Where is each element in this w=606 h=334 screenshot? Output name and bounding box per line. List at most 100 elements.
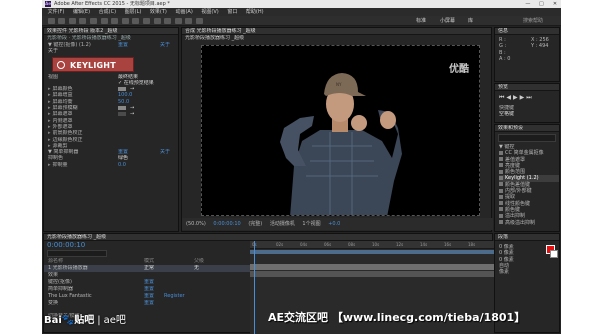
hand-tool-icon[interactable] [68, 18, 76, 24]
effect-row[interactable]: 关于 [44, 48, 178, 54]
expand-triangle-icon[interactable]: ▸ [48, 105, 51, 111]
colour-swatch[interactable] [118, 106, 126, 111]
colour-swatch[interactable] [118, 112, 126, 117]
svg-text:NY: NY [336, 82, 342, 87]
effects-list: ▼ 键控 CC 简单金属抠像 差值遮罩 亮度键 颜色范围 Keylight (1… [495, 144, 559, 226]
camera-dropdown[interactable]: 活动摄像机 [270, 221, 295, 227]
expand-triangle-icon[interactable]: ▸ [48, 111, 51, 117]
effect-controls-subtitle: 光影桥段 · 光影桥段播放器练习 _超级 [47, 35, 131, 41]
menu-window[interactable]: 窗口 [227, 8, 237, 16]
pen-tool-icon[interactable] [132, 18, 140, 24]
preview-tab[interactable]: 预览 [495, 84, 559, 91]
effect-controls-tab[interactable]: 效果控件 光影桥段 版本2 _超级 [44, 28, 178, 35]
expand-triangle-icon[interactable]: ▸ [48, 99, 51, 105]
paragraph-tab[interactable]: 段落 [495, 234, 559, 241]
window-controls: — □ ✕ [522, 0, 561, 8]
menu-edit[interactable]: 编辑(E) [73, 8, 90, 16]
table-row[interactable]: The Lux Fantastic 重置 Register [44, 293, 250, 300]
timeline-timecode[interactable]: 0:00:00:10 [44, 241, 250, 249]
composition-tab[interactable]: 合成 光影桥段播放器练习 _超级 [182, 28, 491, 35]
expand-triangle-icon[interactable]: ▸ [48, 130, 51, 136]
puppet-tool-icon[interactable] [195, 18, 203, 24]
expand-triangle-icon[interactable]: ▸ [48, 86, 51, 92]
expand-triangle-icon[interactable]: ▸ [48, 124, 51, 130]
selection-tool-icon[interactable] [58, 18, 66, 24]
effect-row[interactable]: ▸ 抑制量 0.0 [44, 162, 178, 168]
expand-triangle-icon[interactable]: ▸ [48, 143, 51, 149]
effects-search-input[interactable] [498, 134, 556, 142]
views-dropdown[interactable]: 1个视图 [302, 221, 320, 227]
menu-file[interactable]: 文件(F) [48, 8, 65, 16]
timeline-search-input[interactable] [47, 250, 107, 257]
keylight-logo-text: KEYLIGHT [70, 60, 116, 70]
workspace-library[interactable]: 库 [468, 17, 473, 25]
mask-tool-icon[interactable] [121, 18, 129, 24]
composition-viewer: 合成 光影桥段播放器练习 _超级 光影桥段播放器练习 _超级 优酷 NY (50… [181, 27, 493, 232]
layer-duration-bar[interactable] [250, 271, 494, 277]
screen-colour-swatch[interactable] [118, 87, 126, 92]
menu-composition[interactable]: 合成(C) [99, 8, 116, 16]
composition-canvas[interactable]: 优酷 NY [201, 45, 480, 216]
workspace-small-screen[interactable]: 小屏幕 [440, 17, 455, 25]
info-y: Y : 494 [531, 43, 549, 50]
menu-effect[interactable]: 效果(T) [150, 8, 167, 16]
table-row[interactable]: 键控(抠像) 重置 [44, 279, 250, 286]
expand-triangle-icon[interactable]: ▸ [48, 118, 51, 124]
search-help-field[interactable]: 搜索帮助 [523, 17, 543, 25]
keylight-circle-icon [57, 60, 65, 69]
menu-help[interactable]: 帮助(H) [246, 8, 264, 16]
stroke-colour-swatch[interactable] [550, 250, 558, 258]
list-item[interactable]: 高级溢出抑制 [499, 220, 559, 226]
menu-animation[interactable]: 动画(A) [175, 8, 192, 16]
resolution-dropdown[interactable]: (完整) [248, 221, 262, 227]
time-ruler[interactable]: 0s 02s 04s 06s 08s 10s 12s 14s 16s 18s [250, 241, 494, 249]
info-panel: 信息 R : G : B : A : 0 X : 256 Y : 494 [494, 27, 560, 82]
home-tool-icon[interactable] [47, 18, 55, 24]
timeline-tab[interactable]: 光影桥段播放器练习 _超级 [44, 234, 492, 241]
brush-tool-icon[interactable] [153, 18, 161, 24]
table-row[interactable]: 效果 [44, 272, 250, 279]
composition-subtab[interactable]: 光影桥段播放器练习 _超级 [182, 35, 491, 42]
keylight-logo: KEYLIGHT [52, 56, 134, 72]
last-frame-icon[interactable]: ⏭ [526, 94, 533, 101]
pan-behind-tool-icon[interactable] [111, 18, 119, 24]
expand-triangle-icon[interactable]: ▸ [48, 162, 51, 168]
workspace-standard[interactable]: 标准 [416, 17, 426, 25]
close-button[interactable]: ✕ [549, 0, 561, 8]
playhead[interactable] [254, 241, 255, 334]
camera-tool-icon[interactable] [100, 18, 108, 24]
work-area-bar[interactable] [250, 250, 494, 254]
menu-layer[interactable]: 图层(L) [125, 8, 142, 16]
table-row[interactable]: 简单抑制器 重置 [44, 286, 250, 293]
eraser-tool-icon[interactable] [174, 18, 182, 24]
layer-duration-bar[interactable] [250, 264, 494, 270]
clone-tool-icon[interactable] [164, 18, 172, 24]
menu-bar: 文件(F) 编辑(E) 合成(C) 图层(L) 效果(T) 动画(A) 视图(V… [42, 8, 561, 16]
rotate-tool-icon[interactable] [89, 18, 97, 24]
preview-panel: 预览 ⏮◀▶▶⏭ 快捷键 空格键 [494, 83, 560, 123]
play-icon[interactable]: ▶ [513, 94, 520, 101]
zoom-tool-icon[interactable] [79, 18, 87, 24]
keyed-person-image: NY [280, 73, 402, 215]
paw-icon: 🐾 [61, 315, 75, 326]
menu-view[interactable]: 视图(V) [201, 8, 218, 16]
text-tool-icon[interactable] [142, 18, 150, 24]
expand-triangle-icon[interactable]: ▸ [48, 92, 51, 98]
baidu-tieba-watermark: Bai🐾贴吧 | ae吧 [44, 315, 126, 326]
current-time-display[interactable]: 0:00:00:10 [213, 221, 240, 227]
paragraph-row[interactable]: 像素 [499, 269, 559, 275]
effects-presets-tab[interactable]: 效果和预设 [495, 125, 559, 132]
minimize-button[interactable]: — [522, 0, 534, 8]
maximize-button[interactable]: □ [535, 0, 547, 8]
table-row[interactable]: 变换 重置 [44, 300, 250, 307]
shortcut-value[interactable]: 空格键 [495, 111, 559, 117]
table-row[interactable]: 1 光影桥段播放器 正常无 [44, 265, 250, 272]
playback-controls: ⏮◀▶▶⏭ [495, 91, 559, 105]
window-title: Adobe After Effects CC 2015 - 无标题项目.aep … [54, 1, 170, 7]
magnification-dropdown[interactable]: (50.0%) [186, 221, 206, 227]
title-bar: Ae Adobe After Effects CC 2015 - 无标题项目.a… [42, 0, 561, 8]
info-tab[interactable]: 信息 [495, 28, 559, 35]
roto-tool-icon[interactable] [185, 18, 193, 24]
expand-triangle-icon[interactable]: ▸ [48, 137, 51, 143]
exposure-value[interactable]: +0.0 [328, 221, 340, 227]
